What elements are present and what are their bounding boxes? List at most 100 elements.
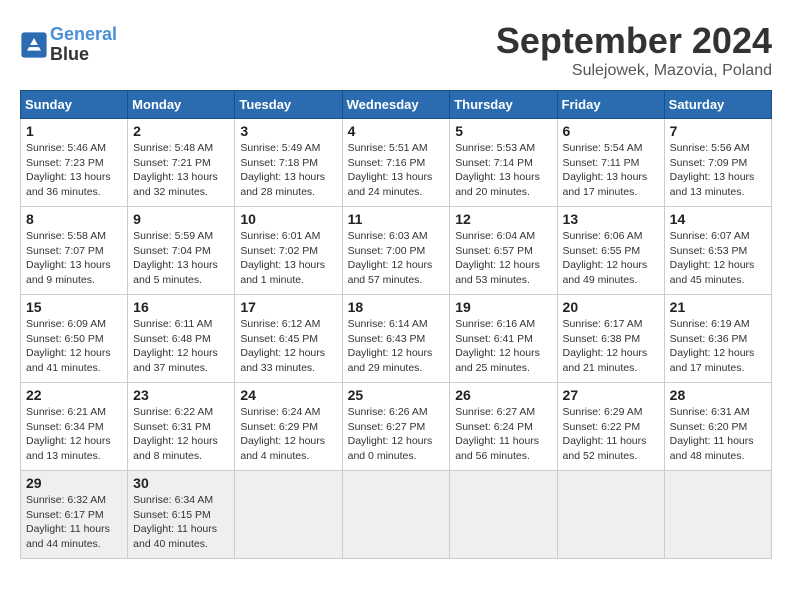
calendar-cell: 26 Sunrise: 6:27 AMSunset: 6:24 PMDaylig… [450, 383, 557, 471]
day-info: Sunrise: 6:24 AMSunset: 6:29 PMDaylight:… [240, 406, 325, 462]
day-number: 10 [240, 211, 336, 227]
calendar-cell: 16 Sunrise: 6:11 AMSunset: 6:48 PMDaylig… [128, 295, 235, 383]
calendar-cell: 23 Sunrise: 6:22 AMSunset: 6:31 PMDaylig… [128, 383, 235, 471]
calendar-cell: 20 Sunrise: 6:17 AMSunset: 6:38 PMDaylig… [557, 295, 664, 383]
day-info: Sunrise: 6:26 AMSunset: 6:27 PMDaylight:… [348, 406, 433, 462]
day-info: Sunrise: 5:48 AMSunset: 7:21 PMDaylight:… [133, 142, 218, 198]
calendar-cell: 10 Sunrise: 6:01 AMSunset: 7:02 PMDaylig… [235, 207, 342, 295]
day-info: Sunrise: 6:01 AMSunset: 7:02 PMDaylight:… [240, 230, 325, 286]
logo: General Blue [20, 25, 117, 65]
day-info: Sunrise: 5:59 AMSunset: 7:04 PMDaylight:… [133, 230, 218, 286]
day-info: Sunrise: 6:31 AMSunset: 6:20 PMDaylight:… [670, 406, 754, 462]
calendar-cell: 24 Sunrise: 6:24 AMSunset: 6:29 PMDaylig… [235, 383, 342, 471]
day-header-friday: Friday [557, 91, 664, 119]
day-number: 13 [563, 211, 659, 227]
calendar-cell: 30 Sunrise: 6:34 AMSunset: 6:15 PMDaylig… [128, 471, 235, 559]
day-info: Sunrise: 5:58 AMSunset: 7:07 PMDaylight:… [26, 230, 111, 286]
calendar-cell [557, 471, 664, 559]
day-info: Sunrise: 5:49 AMSunset: 7:18 PMDaylight:… [240, 142, 325, 198]
day-number: 19 [455, 299, 551, 315]
day-number: 27 [563, 387, 659, 403]
day-number: 11 [348, 211, 445, 227]
calendar-cell: 25 Sunrise: 6:26 AMSunset: 6:27 PMDaylig… [342, 383, 450, 471]
calendar-cell: 28 Sunrise: 6:31 AMSunset: 6:20 PMDaylig… [664, 383, 771, 471]
day-number: 22 [26, 387, 122, 403]
day-number: 6 [563, 123, 659, 139]
calendar-cell [450, 471, 557, 559]
logo-icon [20, 31, 48, 59]
day-number: 17 [240, 299, 336, 315]
calendar-cell: 29 Sunrise: 6:32 AMSunset: 6:17 PMDaylig… [21, 471, 128, 559]
day-number: 7 [670, 123, 766, 139]
day-info: Sunrise: 6:21 AMSunset: 6:34 PMDaylight:… [26, 406, 111, 462]
calendar-cell: 12 Sunrise: 6:04 AMSunset: 6:57 PMDaylig… [450, 207, 557, 295]
day-info: Sunrise: 6:16 AMSunset: 6:41 PMDaylight:… [455, 318, 540, 374]
day-number: 12 [455, 211, 551, 227]
day-info: Sunrise: 6:32 AMSunset: 6:17 PMDaylight:… [26, 494, 110, 550]
day-info: Sunrise: 6:27 AMSunset: 6:24 PMDaylight:… [455, 406, 539, 462]
calendar-cell: 5 Sunrise: 5:53 AMSunset: 7:14 PMDayligh… [450, 119, 557, 207]
day-info: Sunrise: 6:12 AMSunset: 6:45 PMDaylight:… [240, 318, 325, 374]
location: Sulejowek, Mazovia, Poland [496, 62, 772, 80]
calendar-cell: 13 Sunrise: 6:06 AMSunset: 6:55 PMDaylig… [557, 207, 664, 295]
day-number: 20 [563, 299, 659, 315]
day-info: Sunrise: 5:56 AMSunset: 7:09 PMDaylight:… [670, 142, 755, 198]
day-header-wednesday: Wednesday [342, 91, 450, 119]
day-number: 18 [348, 299, 445, 315]
day-number: 25 [348, 387, 445, 403]
day-number: 8 [26, 211, 122, 227]
calendar: SundayMondayTuesdayWednesdayThursdayFrid… [20, 90, 772, 559]
day-number: 23 [133, 387, 229, 403]
day-number: 30 [133, 475, 229, 491]
day-info: Sunrise: 6:34 AMSunset: 6:15 PMDaylight:… [133, 494, 217, 550]
day-info: Sunrise: 6:22 AMSunset: 6:31 PMDaylight:… [133, 406, 218, 462]
day-number: 1 [26, 123, 122, 139]
day-info: Sunrise: 6:07 AMSunset: 6:53 PMDaylight:… [670, 230, 755, 286]
day-number: 3 [240, 123, 336, 139]
day-info: Sunrise: 5:46 AMSunset: 7:23 PMDaylight:… [26, 142, 111, 198]
calendar-cell: 19 Sunrise: 6:16 AMSunset: 6:41 PMDaylig… [450, 295, 557, 383]
day-info: Sunrise: 6:04 AMSunset: 6:57 PMDaylight:… [455, 230, 540, 286]
day-header-thursday: Thursday [450, 91, 557, 119]
day-number: 28 [670, 387, 766, 403]
day-number: 4 [348, 123, 445, 139]
day-number: 5 [455, 123, 551, 139]
day-number: 16 [133, 299, 229, 315]
day-info: Sunrise: 6:06 AMSunset: 6:55 PMDaylight:… [563, 230, 648, 286]
calendar-cell: 21 Sunrise: 6:19 AMSunset: 6:36 PMDaylig… [664, 295, 771, 383]
day-header-sunday: Sunday [21, 91, 128, 119]
day-number: 9 [133, 211, 229, 227]
day-header-tuesday: Tuesday [235, 91, 342, 119]
calendar-cell: 6 Sunrise: 5:54 AMSunset: 7:11 PMDayligh… [557, 119, 664, 207]
calendar-cell: 15 Sunrise: 6:09 AMSunset: 6:50 PMDaylig… [21, 295, 128, 383]
day-number: 21 [670, 299, 766, 315]
header: General Blue September 2024 Sulejowek, M… [20, 20, 772, 80]
calendar-cell: 27 Sunrise: 6:29 AMSunset: 6:22 PMDaylig… [557, 383, 664, 471]
day-header-saturday: Saturday [664, 91, 771, 119]
day-info: Sunrise: 5:53 AMSunset: 7:14 PMDaylight:… [455, 142, 540, 198]
title-area: September 2024 Sulejowek, Mazovia, Polan… [496, 20, 772, 80]
day-number: 29 [26, 475, 122, 491]
day-info: Sunrise: 6:19 AMSunset: 6:36 PMDaylight:… [670, 318, 755, 374]
day-info: Sunrise: 6:03 AMSunset: 7:00 PMDaylight:… [348, 230, 433, 286]
calendar-cell [342, 471, 450, 559]
calendar-cell: 7 Sunrise: 5:56 AMSunset: 7:09 PMDayligh… [664, 119, 771, 207]
day-header-monday: Monday [128, 91, 235, 119]
calendar-cell: 17 Sunrise: 6:12 AMSunset: 6:45 PMDaylig… [235, 295, 342, 383]
day-number: 24 [240, 387, 336, 403]
month-title: September 2024 [496, 20, 772, 62]
day-info: Sunrise: 5:54 AMSunset: 7:11 PMDaylight:… [563, 142, 648, 198]
calendar-cell [235, 471, 342, 559]
calendar-cell: 22 Sunrise: 6:21 AMSunset: 6:34 PMDaylig… [21, 383, 128, 471]
calendar-cell: 18 Sunrise: 6:14 AMSunset: 6:43 PMDaylig… [342, 295, 450, 383]
logo-text: General Blue [50, 25, 117, 65]
day-number: 14 [670, 211, 766, 227]
calendar-cell: 2 Sunrise: 5:48 AMSunset: 7:21 PMDayligh… [128, 119, 235, 207]
day-info: Sunrise: 6:09 AMSunset: 6:50 PMDaylight:… [26, 318, 111, 374]
day-info: Sunrise: 6:29 AMSunset: 6:22 PMDaylight:… [563, 406, 647, 462]
calendar-cell: 9 Sunrise: 5:59 AMSunset: 7:04 PMDayligh… [128, 207, 235, 295]
calendar-cell: 14 Sunrise: 6:07 AMSunset: 6:53 PMDaylig… [664, 207, 771, 295]
day-info: Sunrise: 5:51 AMSunset: 7:16 PMDaylight:… [348, 142, 433, 198]
day-info: Sunrise: 6:17 AMSunset: 6:38 PMDaylight:… [563, 318, 648, 374]
day-number: 26 [455, 387, 551, 403]
